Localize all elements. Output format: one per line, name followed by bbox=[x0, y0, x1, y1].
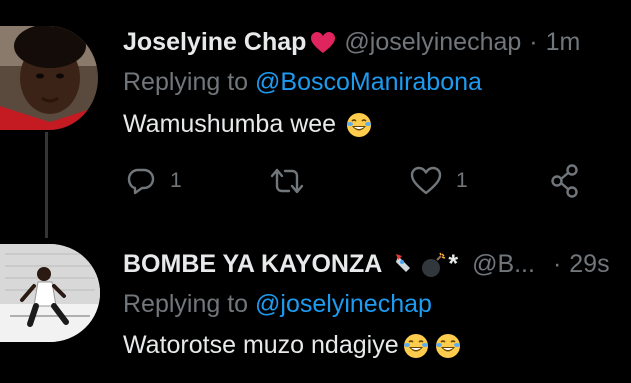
tweet-header: Joselyine Chap @joselyinechap · 1m bbox=[123, 28, 580, 57]
like-icon bbox=[410, 166, 442, 195]
timestamp[interactable]: 1m bbox=[546, 28, 581, 57]
replying-prefix: Replying to bbox=[123, 68, 249, 96]
heart-icon bbox=[310, 31, 336, 55]
avatar-photo bbox=[0, 244, 100, 342]
handle[interactable]: @joselyinechap bbox=[344, 28, 521, 57]
reply-button[interactable]: 1 bbox=[126, 166, 182, 196]
face-with-tears-of-joy-icon bbox=[435, 333, 461, 359]
display-name[interactable]: BOMBE YA KAYONZA bbox=[123, 250, 382, 279]
replying-to: Replying to @joselyinechap bbox=[123, 290, 432, 319]
replying-mention-link[interactable]: @BoscoManirabona bbox=[255, 68, 482, 96]
tweet-text-content: Wamushumba wee bbox=[123, 110, 337, 138]
face-with-tears-of-joy-icon bbox=[346, 112, 372, 138]
tweet-actions: 1 1 bbox=[0, 164, 631, 204]
rocket-icon bbox=[396, 253, 413, 276]
face-with-tears-of-joy-icon bbox=[403, 333, 429, 359]
retweet-button[interactable] bbox=[270, 166, 304, 196]
avatar-photo bbox=[0, 26, 98, 130]
replying-prefix: Replying to bbox=[123, 290, 249, 318]
timestamp[interactable]: 29s bbox=[569, 250, 609, 279]
share-button[interactable] bbox=[550, 164, 580, 198]
like-button[interactable]: 1 bbox=[410, 166, 468, 196]
like-count: 1 bbox=[456, 169, 468, 192]
tweet-text: Wamushumba wee bbox=[123, 110, 372, 139]
separator-dot: · bbox=[529, 28, 538, 56]
tweet[interactable]: BOMBE YA KAYONZA * @B... · 29s Replying … bbox=[0, 238, 631, 383]
rocket-bomb-sparkle-icons: * bbox=[394, 250, 458, 279]
avatar[interactable] bbox=[0, 26, 98, 130]
handle[interactable]: @B... bbox=[472, 250, 535, 279]
display-name[interactable]: Joselyine Chap bbox=[123, 28, 306, 57]
replying-to: Replying to @BoscoManirabona bbox=[123, 68, 482, 97]
tweet-text-content: Watorotse muzo ndagiye bbox=[123, 331, 399, 359]
tweet-text: Watorotse muzo ndagiye bbox=[123, 331, 461, 360]
replying-mention-link[interactable]: @joselyinechap bbox=[255, 290, 432, 318]
retweet-icon bbox=[270, 168, 304, 194]
tweet-header: BOMBE YA KAYONZA * @B... · 29s bbox=[123, 250, 610, 279]
share-icon bbox=[551, 164, 578, 198]
name-suffix: * bbox=[448, 250, 459, 278]
reply-count: 1 bbox=[170, 169, 182, 192]
separator-dot: · bbox=[552, 250, 562, 278]
avatar[interactable] bbox=[0, 244, 100, 342]
reply-icon bbox=[127, 168, 155, 195]
tweet[interactable]: Joselyine Chap @joselyinechap · 1m Reply… bbox=[0, 0, 631, 238]
bomb-icon bbox=[422, 252, 446, 277]
